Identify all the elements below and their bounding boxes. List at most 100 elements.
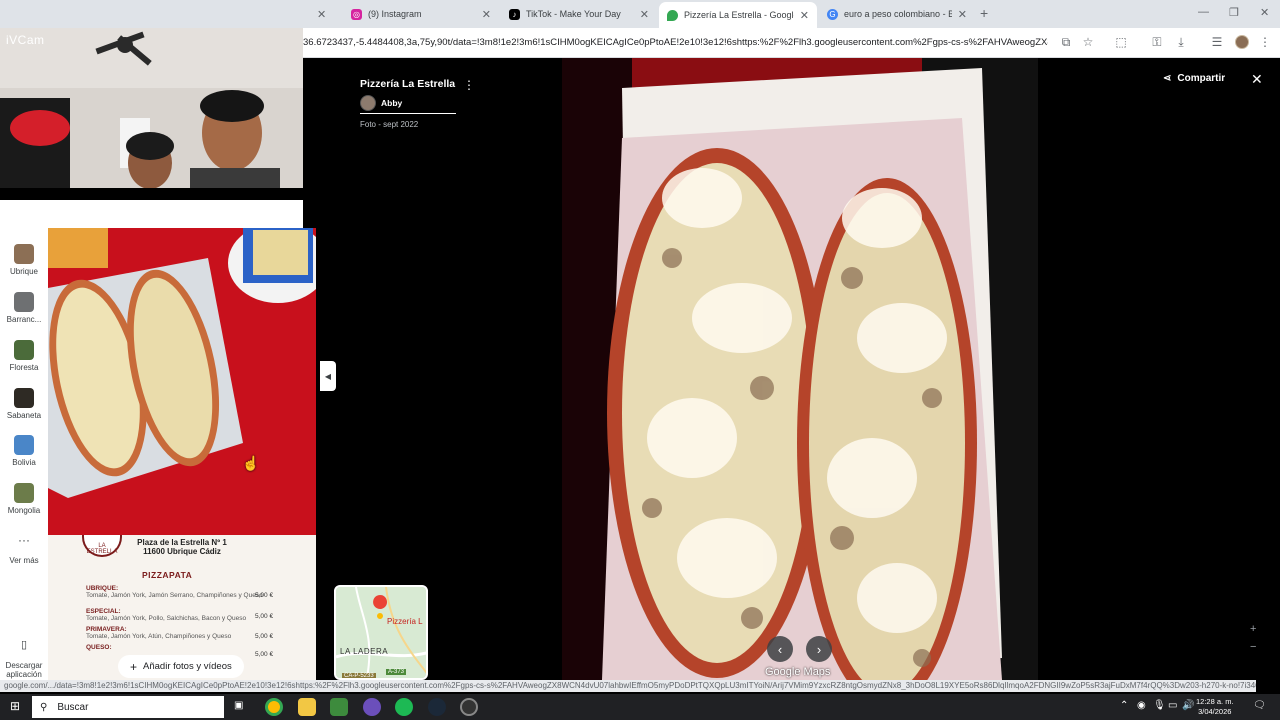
- place-thumbnail: [14, 340, 34, 360]
- volume-icon[interactable]: 🔊: [1182, 700, 1194, 711]
- taskbar-clock[interactable]: 12:28 a. m. 3/04/2026: [1196, 697, 1234, 717]
- sidebar-item-barranc[interactable]: Barranc...: [0, 292, 48, 324]
- sidebar-item-label: Descargar aplicación: [5, 661, 43, 679]
- close-tab-icon[interactable]: ✕: [958, 8, 967, 21]
- place-thumbnail: [14, 244, 34, 264]
- tab-google-search[interactable]: G euro a peso colombiano - Busc ✕: [819, 3, 975, 25]
- store-icon[interactable]: [330, 698, 348, 716]
- notifications-icon[interactable]: 🗨: [1253, 700, 1266, 711]
- url-field[interactable]: 36.6723437,-5.4484408,3a,75y,90t/data=!3…: [303, 37, 1048, 48]
- place-thumbnail: [14, 292, 34, 312]
- author-name: Abby: [381, 97, 403, 108]
- bookmark-star-icon[interactable]: ☆: [1081, 35, 1095, 49]
- close-viewer-icon[interactable]: ✕: [1251, 71, 1263, 88]
- photo-author[interactable]: Abby: [360, 92, 456, 114]
- sidebar-item-label: Ubrique: [9, 267, 38, 276]
- tab-google-maps[interactable]: Pizzería La Estrella - Google Ma ✕: [659, 2, 817, 28]
- add-photos-button[interactable]: + Añadir fotos y vídeos: [118, 655, 244, 678]
- collapse-panel-icon[interactable]: ◀: [320, 361, 336, 391]
- chrome-icon[interactable]: [265, 698, 283, 716]
- previous-photo-button[interactable]: ‹: [767, 636, 793, 662]
- profile-avatar[interactable]: [1235, 35, 1249, 49]
- more-options-icon[interactable]: ⋮: [463, 79, 475, 91]
- sidebar-item-label: Mongolia: [7, 506, 41, 515]
- photo-date: Foto - sept 2022: [360, 120, 419, 129]
- menu-item-price: 5,00 €: [255, 633, 274, 640]
- menu-kebab-icon[interactable]: ⋮: [1258, 35, 1272, 49]
- instagram-icon: ◎: [351, 8, 362, 20]
- minimap-road-label: A-373: [386, 669, 407, 675]
- main-photo: [562, 58, 1038, 680]
- next-photo-button[interactable]: ›: [806, 636, 832, 662]
- link-status-bar: google.com/.../data=!3m8!1e2!3m6!1sCIHM0…: [0, 680, 1256, 692]
- reading-list-icon[interactable]: ☰: [1210, 35, 1224, 49]
- place-name[interactable]: Pizzería La Estrella: [360, 78, 455, 90]
- download-icon[interactable]: ⤓: [1174, 35, 1188, 49]
- close-tab-icon[interactable]: ✕: [317, 8, 326, 21]
- tab-instagram[interactable]: ◎ (9) Instagram ✕: [343, 3, 499, 25]
- discord-icon[interactable]: [363, 698, 381, 716]
- minimap[interactable]: Pizzería L LA LADERA A-373 CA-P-5233: [334, 585, 428, 680]
- tray-chevron-icon[interactable]: ⌃: [1120, 700, 1128, 711]
- restore-icon[interactable]: ❐: [1229, 6, 1239, 19]
- minimize-icon[interactable]: —: [1198, 6, 1209, 18]
- menu-item-desc: Tomate, Jamón York, Atún, Champiñones y …: [86, 633, 232, 640]
- phone-icon: ▯: [20, 639, 28, 651]
- sidebar-item-label: Ver más: [9, 556, 39, 565]
- tab-tiktok[interactable]: ♪ TikTok - Make Your Day ✕: [501, 3, 657, 25]
- steam-icon[interactable]: [428, 698, 446, 716]
- windows-taskbar: ⊞ ⚲ Buscar ▣ ⌃ ◉ 🎙 ▭ 🔊 12:28 a. m. 3/04/…: [0, 694, 1280, 720]
- tab-title: euro a peso colombiano - Busc: [844, 9, 952, 19]
- network-icon[interactable]: ▭: [1168, 700, 1177, 711]
- tab-title: Pizzería La Estrella - Google Ma: [684, 10, 794, 20]
- plus-icon: +: [130, 659, 138, 674]
- microphone-icon[interactable]: 🎙: [1153, 700, 1166, 711]
- new-tab-icon[interactable]: +: [980, 5, 988, 21]
- tab-partial[interactable]: ✕: [303, 3, 343, 25]
- spotify-icon[interactable]: [395, 698, 413, 716]
- author-avatar: [360, 94, 376, 111]
- minimap-road-label: CA-P-5233: [342, 673, 376, 679]
- clock-date: 3/04/2026: [1198, 707, 1232, 716]
- sidebar-item-more[interactable]: ··· Ver más: [0, 533, 48, 565]
- close-tab-icon[interactable]: ✕: [800, 9, 809, 22]
- password-key-icon[interactable]: ⚿: [1150, 35, 1164, 49]
- sidebar-item-sabaneta[interactable]: Sabaneta: [0, 388, 48, 420]
- menu-item: UBRIQUE: Tomate, Jamón York, Jamón Serra…: [86, 585, 276, 599]
- zoom-in-icon[interactable]: +: [1250, 623, 1256, 635]
- recent-places-sidebar: Ubrique Barranc... Floresta Sabaneta Bol…: [0, 228, 48, 680]
- windows-start-icon[interactable]: ⊞: [10, 699, 20, 713]
- task-view-icon[interactable]: ▣: [234, 700, 243, 711]
- share-label: Compartir: [1177, 73, 1226, 84]
- sidebar-item-label: Barranc...: [6, 315, 42, 324]
- zoom-out-icon[interactable]: −: [1250, 641, 1256, 653]
- sidebar-item-floresta[interactable]: Floresta: [0, 340, 48, 372]
- extensions-icon[interactable]: ⬚: [1114, 35, 1128, 49]
- menu-logo: LA ESTRELLA: [82, 535, 122, 557]
- close-tab-icon[interactable]: ✕: [640, 8, 649, 21]
- google-icon: G: [827, 8, 838, 20]
- sidebar-top-gap: [0, 200, 303, 228]
- share-button[interactable]: ⋖ Compartir: [1163, 73, 1225, 84]
- menu-item-price: 5,00 €: [255, 592, 274, 599]
- taskbar-search-placeholder: Buscar: [57, 701, 89, 713]
- sidebar-item-label: Bolivia: [12, 458, 36, 467]
- close-window-icon[interactable]: ✕: [1260, 6, 1269, 19]
- menu-item: QUESO:: [86, 644, 276, 651]
- tiktok-icon: ♪: [509, 8, 520, 20]
- sidebar-item-ubrique[interactable]: Ubrique: [0, 244, 48, 276]
- menu-item-name: UBRIQUE:: [86, 585, 119, 592]
- taskbar-search[interactable]: ⚲ Buscar: [32, 696, 224, 718]
- open-in-app-icon[interactable]: ⧉: [1059, 35, 1073, 49]
- menu-item-name: ESPECIAL:: [86, 608, 121, 615]
- file-explorer-icon[interactable]: [298, 698, 316, 716]
- minimap-place-label: Pizzería L: [387, 617, 423, 626]
- sidebar-item-mongolia[interactable]: Mongolia: [0, 483, 48, 515]
- sidebar-item-bolivia[interactable]: Bolivia: [0, 435, 48, 467]
- close-tab-icon[interactable]: ✕: [482, 8, 491, 21]
- sidebar-item-download-app[interactable]: ▯ Descargar aplicación: [0, 638, 48, 679]
- menu-title: PIZZAPATA: [142, 570, 193, 580]
- hand-cursor-icon: ☝: [242, 455, 260, 471]
- app-icon[interactable]: [460, 698, 478, 716]
- tray-app-icon[interactable]: ◉: [1137, 700, 1146, 711]
